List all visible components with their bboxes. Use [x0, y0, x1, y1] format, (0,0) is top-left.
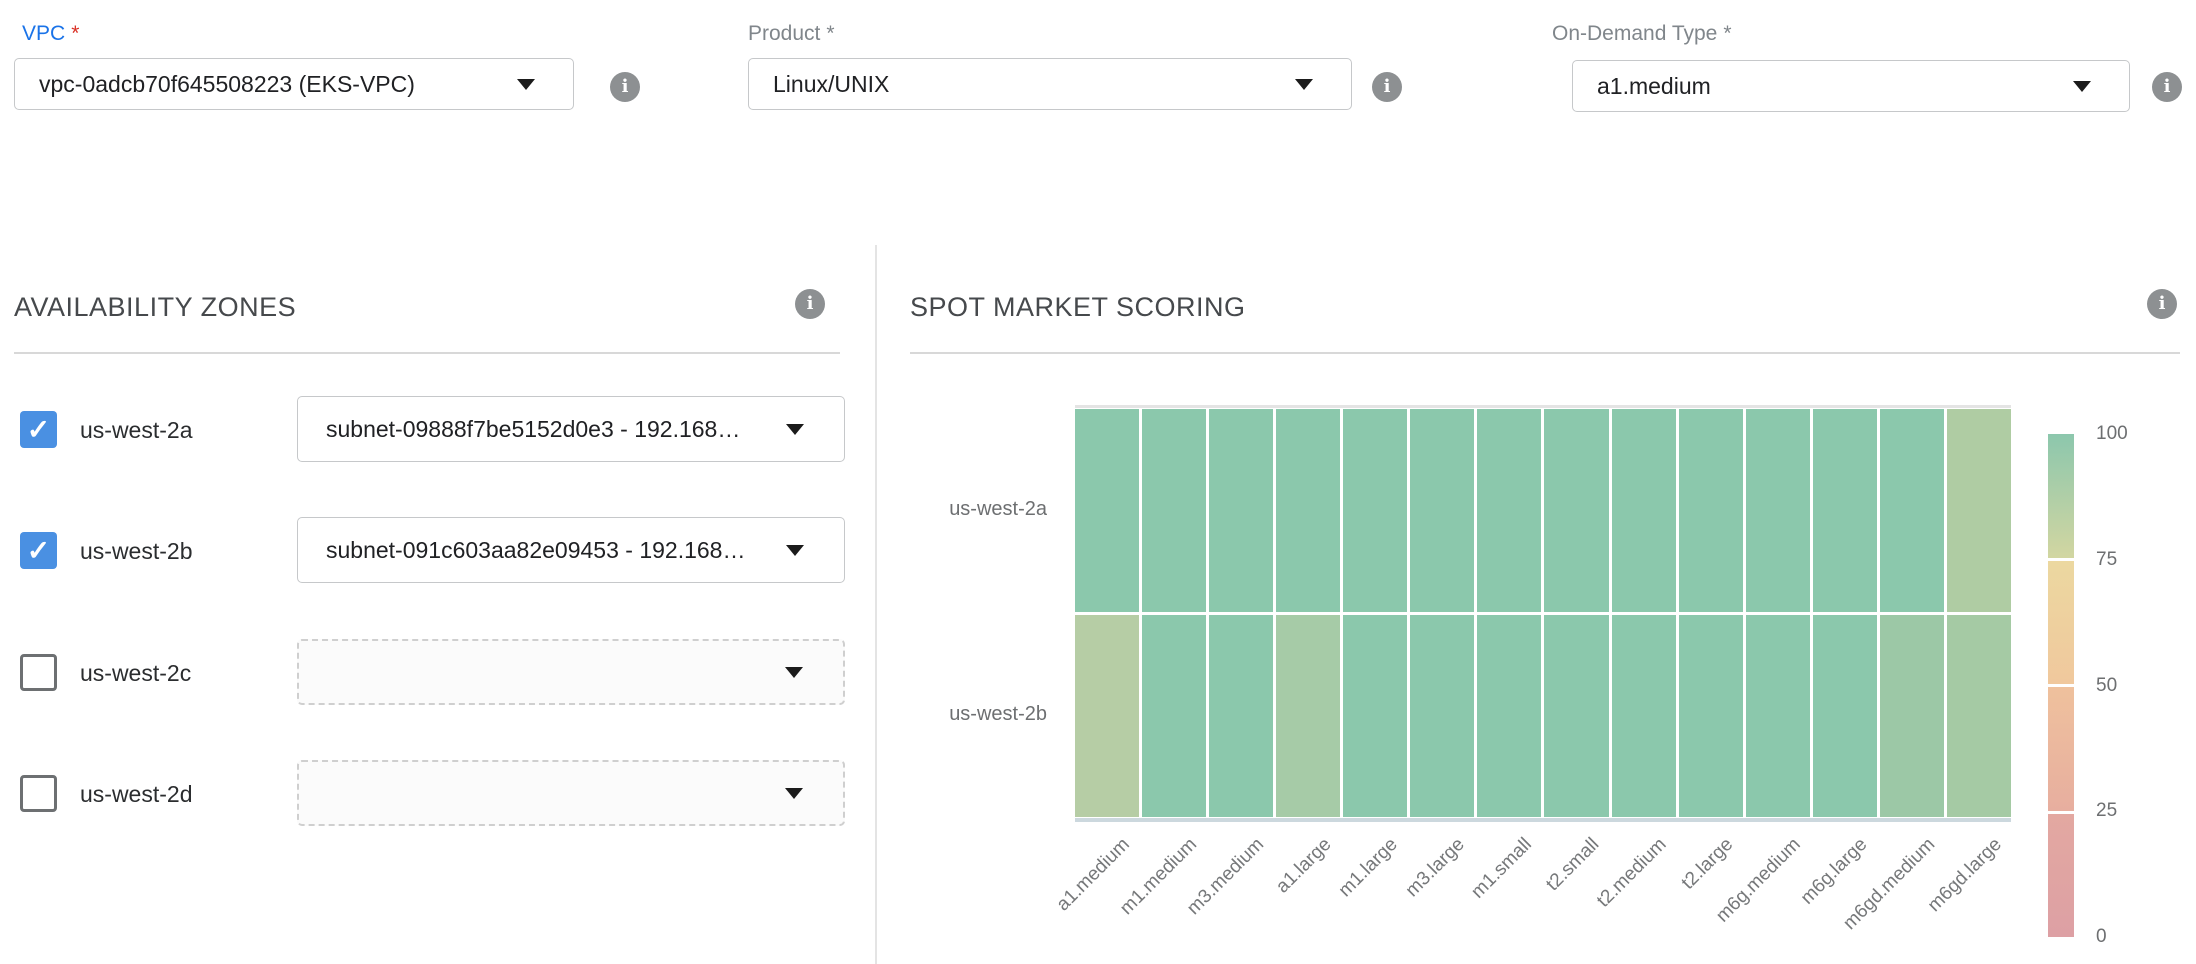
- heatmap-cell-us-west-2b-t2.small[interactable]: [1544, 615, 1608, 818]
- az-name-label: us-west-2a: [80, 417, 192, 444]
- heatmap-cell-us-west-2b-m1.large[interactable]: [1343, 615, 1407, 818]
- info-icon[interactable]: [1372, 72, 1402, 102]
- heatmap-cell-us-west-2b-m6gd.large[interactable]: [1947, 615, 2011, 818]
- az-checkbox-us-west-2c[interactable]: [20, 654, 57, 691]
- heatmap-cell-us-west-2b-a1.large[interactable]: [1276, 615, 1340, 818]
- colorbar-tick-label: 50: [2096, 675, 2117, 697]
- heatmap-x-label: m1.large: [1335, 834, 1403, 902]
- on-demand-type-select[interactable]: a1.medium: [1572, 60, 2130, 112]
- colorbar-segment: [2048, 561, 2074, 685]
- subnet-select-us-west-2c: [297, 639, 845, 705]
- heatmap-cell-us-west-2a-m3.large[interactable]: [1410, 409, 1474, 612]
- chevron-down-icon: [785, 667, 803, 678]
- heatmap-bottom-border: [1075, 818, 2011, 822]
- az-checkbox-us-west-2d[interactable]: [20, 775, 57, 812]
- heatmap-cell-us-west-2b-m3.large[interactable]: [1410, 615, 1474, 818]
- heatmap-cell-us-west-2b-m1.small[interactable]: [1477, 615, 1541, 818]
- required-asterisk: *: [1723, 22, 1731, 45]
- chevron-down-icon: [785, 788, 803, 799]
- az-checkbox-us-west-2a[interactable]: [20, 411, 57, 448]
- heatmap-cell-us-west-2a-m1.medium[interactable]: [1142, 409, 1206, 612]
- heatmap-cell-us-west-2b-m3.medium[interactable]: [1209, 615, 1273, 818]
- subnet-select-us-west-2a[interactable]: subnet-09888f7be5152d0e3 - 192.168…: [297, 396, 845, 462]
- heatmap-cell-us-west-2a-m1.large[interactable]: [1343, 409, 1407, 612]
- heatmap-y-label: us-west-2b: [880, 703, 1047, 726]
- colorbar-segment: [2048, 814, 2074, 938]
- on-demand-type-select-value: a1.medium: [1597, 73, 1711, 100]
- info-icon[interactable]: [2152, 72, 2182, 102]
- heatmap-cell-us-west-2a-t2.small[interactable]: [1544, 409, 1608, 612]
- heatmap-cell-us-west-2a-a1.medium[interactable]: [1075, 409, 1139, 612]
- colorbar-tick-label: 0: [2096, 926, 2107, 948]
- heatmap-grid: [1075, 409, 2011, 817]
- az-name-label: us-west-2c: [80, 660, 191, 687]
- colorbar-tick-label: 25: [2096, 800, 2117, 822]
- heatmap-cell-us-west-2b-m6g.large[interactable]: [1813, 615, 1877, 818]
- heatmap-x-label: m3.large: [1402, 834, 1470, 902]
- heatmap-x-label: t2.small: [1542, 834, 1604, 896]
- heatmap-colorbar-ticks: 1007550250: [2096, 434, 2166, 937]
- az-checkbox-us-west-2b[interactable]: [20, 532, 57, 569]
- chevron-down-icon: [2073, 81, 2091, 92]
- heatmap-cell-us-west-2b-t2.large[interactable]: [1679, 615, 1743, 818]
- heatmap-cell-us-west-2b-a1.medium[interactable]: [1075, 615, 1139, 818]
- info-icon[interactable]: [2147, 289, 2177, 319]
- section-underline: [910, 352, 2180, 354]
- heatmap-colorbar: [2048, 434, 2074, 937]
- heatmap-x-label: t2.large: [1678, 834, 1738, 894]
- colorbar-segment: [2048, 687, 2074, 811]
- subnet-select-value: subnet-09888f7be5152d0e3 - 192.168…: [326, 416, 740, 443]
- az-rows: us-west-2a subnet-09888f7be5152d0e3 - 192…: [0, 0, 876, 964]
- heatmap-cell-us-west-2b-m1.medium[interactable]: [1142, 615, 1206, 818]
- heatmap-cell-us-west-2b-t2.medium[interactable]: [1612, 615, 1676, 818]
- heatmap-cell-us-west-2b-m6g.medium[interactable]: [1746, 615, 1810, 818]
- subnet-select-us-west-2d: [297, 760, 845, 826]
- heatmap-y-label: us-west-2a: [880, 498, 1047, 521]
- heatmap-cell-us-west-2a-t2.medium[interactable]: [1612, 409, 1676, 612]
- spot-market-scoring-title: SPOT MARKET SCORING: [910, 292, 1246, 323]
- subnet-select-us-west-2b[interactable]: subnet-091c603aa82e09453 - 192.168…: [297, 517, 845, 583]
- heatmap-cell-us-west-2a-m6gd.large[interactable]: [1947, 409, 2011, 612]
- heatmap-x-label: a1.large: [1272, 834, 1336, 898]
- chevron-down-icon: [786, 424, 804, 435]
- heatmap-cell-us-west-2a-m6g.medium[interactable]: [1746, 409, 1810, 612]
- heatmap-cell-us-west-2a-a1.large[interactable]: [1276, 409, 1340, 612]
- heatmap-x-label: m1.small: [1468, 834, 1537, 903]
- heatmap-x-axis: a1.mediumm1.mediumm3.mediuma1.largem1.la…: [1075, 826, 2011, 964]
- colorbar-segment: [2048, 434, 2074, 558]
- chevron-down-icon: [786, 545, 804, 556]
- heatmap-cell-us-west-2b-m6gd.medium[interactable]: [1880, 615, 1944, 818]
- heatmap-cell-us-west-2a-m1.small[interactable]: [1477, 409, 1541, 612]
- chevron-down-icon: [1295, 79, 1313, 90]
- heatmap-cell-us-west-2a-m6gd.medium[interactable]: [1880, 409, 1944, 612]
- colorbar-tick-label: 75: [2096, 549, 2117, 571]
- heatmap-cell-us-west-2a-m3.medium[interactable]: [1209, 409, 1273, 612]
- subnet-select-value: subnet-091c603aa82e09453 - 192.168…: [326, 537, 745, 564]
- colorbar-tick-label: 100: [2096, 423, 2128, 445]
- heatmap-x-label: t2.medium: [1593, 834, 1671, 912]
- heatmap-cell-us-west-2a-m6g.large[interactable]: [1813, 409, 1877, 612]
- az-name-label: us-west-2b: [80, 538, 192, 565]
- heatmap-top-border: [1075, 405, 2011, 408]
- az-name-label: us-west-2d: [80, 781, 192, 808]
- heatmap-cell-us-west-2a-t2.large[interactable]: [1679, 409, 1743, 612]
- on-demand-type-label: On-Demand Type*: [1552, 22, 1732, 46]
